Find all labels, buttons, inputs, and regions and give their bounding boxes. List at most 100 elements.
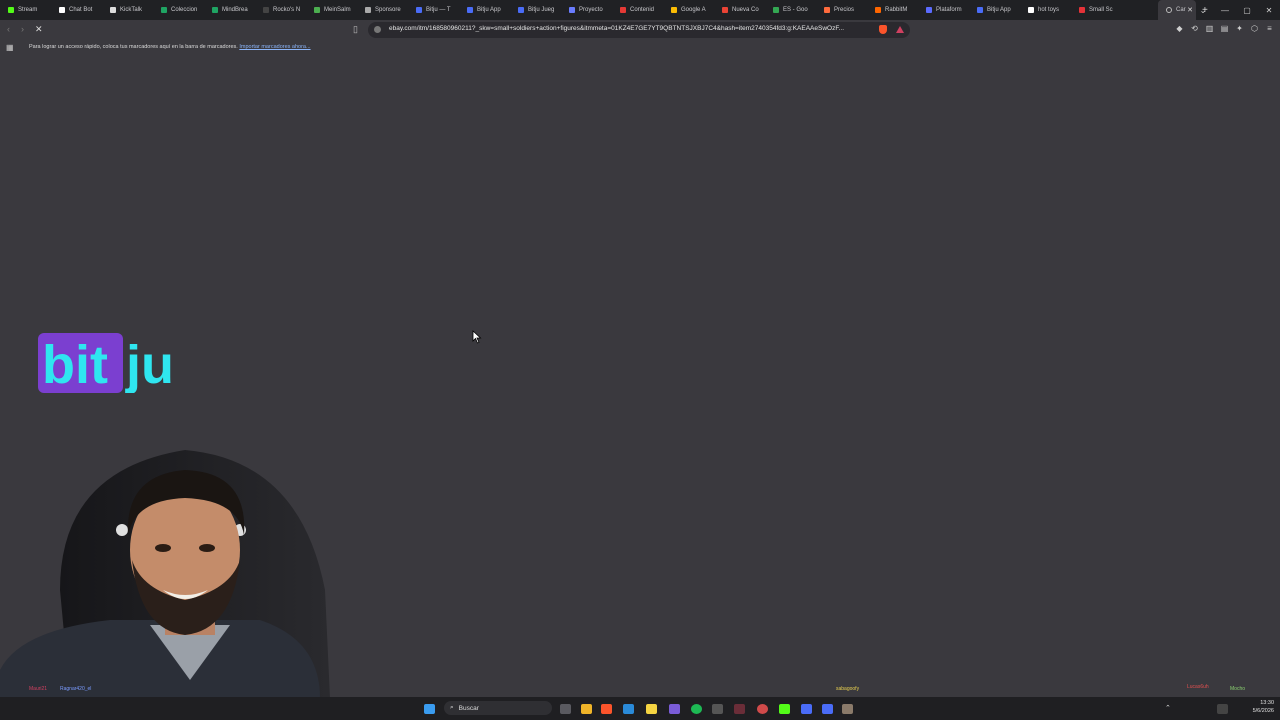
sidebar-icon[interactable]: ▥	[1205, 24, 1214, 33]
bookmark-icon[interactable]: ▯	[353, 24, 358, 35]
tab[interactable]: RabbitM	[867, 0, 918, 20]
steam-icon[interactable]	[623, 704, 634, 714]
tab-favicon-icon	[773, 7, 779, 13]
tab-label: Bitju App	[987, 7, 1011, 13]
tab-favicon-icon	[977, 7, 983, 13]
tab-label: Small Sc	[1089, 7, 1113, 13]
tab-favicon-icon	[59, 7, 65, 13]
tab[interactable]: Bitju — T	[408, 0, 459, 20]
tab-label: Bitju App	[477, 7, 501, 13]
tab-favicon-icon	[8, 7, 14, 13]
apps-grid-icon[interactable]: ▦	[6, 43, 14, 52]
tab[interactable]: Chat Bot	[51, 0, 102, 20]
close-window-button[interactable]: ✕	[1258, 6, 1280, 15]
tab-label: Proyecto	[579, 7, 603, 13]
tab[interactable]: hot toys	[1020, 0, 1071, 20]
tab[interactable]: Coleccion	[153, 0, 204, 20]
logo-text-bit: bit	[42, 335, 108, 393]
kick-icon[interactable]	[779, 704, 790, 714]
tabs-container: Stream Chat Bot KickTalk Coleccion MindBrea R…	[0, 0, 1158, 20]
tab-favicon-icon	[314, 7, 320, 13]
tab-favicon-icon	[620, 7, 626, 13]
tab[interactable]: Bitju Jueg	[510, 0, 561, 20]
minimize-button[interactable]: —	[1214, 6, 1236, 15]
stop-loading-button[interactable]: ✕	[35, 24, 43, 35]
vpn-icon[interactable]: ⬡	[1250, 24, 1259, 33]
wallet-icon[interactable]: ◆	[1175, 24, 1184, 33]
task-view-icon[interactable]	[560, 704, 571, 714]
tab-label: MeinSalm	[324, 7, 351, 13]
tab-favicon-icon	[569, 7, 575, 13]
tab[interactable]: Stream	[0, 0, 51, 20]
tab[interactable]: Google A	[663, 0, 714, 20]
windows-taskbar	[0, 697, 1280, 720]
app-icon[interactable]	[842, 704, 853, 714]
tab-label: MindBrea	[222, 7, 248, 13]
tab[interactable]: MindBrea	[204, 0, 255, 20]
tab-label: ES - Goo	[783, 7, 808, 13]
tab[interactable]: Small Sc	[1071, 0, 1122, 20]
tab[interactable]: Sponsore	[357, 0, 408, 20]
tab-active[interactable]: Car ✕	[1158, 0, 1196, 20]
tab-label: Contenid	[630, 7, 655, 13]
menu-icon[interactable]: ≡	[1265, 24, 1274, 33]
spotify-icon[interactable]	[691, 704, 702, 714]
file-explorer-icon[interactable]	[581, 704, 592, 714]
tab[interactable]: Plataform	[918, 0, 969, 20]
tab[interactable]: Rocko's N	[255, 0, 306, 20]
wallet-card-icon[interactable]: ▤	[1220, 24, 1229, 33]
chevron-down-icon[interactable]: ⌄	[1192, 6, 1214, 15]
brave-shield-icon[interactable]	[879, 25, 887, 34]
chat-overlay-user: sabagoofy	[836, 686, 860, 692]
search-placeholder: Buscar	[458, 704, 479, 712]
sticky-notes-icon[interactable]	[646, 704, 657, 714]
tab-favicon-icon	[1079, 7, 1085, 13]
tab-favicon-icon	[365, 7, 371, 13]
tab-label: Car	[1176, 7, 1186, 13]
tab-favicon-icon	[671, 7, 677, 13]
search-icon: ⌕	[450, 704, 454, 711]
taskbar-search[interactable]: ⌕ Buscar	[444, 701, 552, 715]
app-icon[interactable]	[712, 704, 723, 714]
webcam-feed	[0, 450, 330, 698]
tab-favicon-icon	[467, 7, 473, 13]
obs-icon[interactable]	[734, 704, 745, 714]
system-clock[interactable]: 13:30 5/6/2026	[1253, 699, 1274, 715]
tab-favicon-icon	[161, 7, 167, 13]
tab[interactable]: Precios	[816, 0, 867, 20]
tab-favicon-icon	[110, 7, 116, 13]
extensions-icon[interactable]: ✦	[1235, 24, 1244, 33]
import-bookmarks-link[interactable]: Importar marcadores ahora...	[239, 44, 310, 50]
tab[interactable]: Nueva Co	[714, 0, 765, 20]
tab[interactable]: Bitju App	[969, 0, 1020, 20]
forward-button[interactable]: ›	[21, 24, 24, 34]
tab-label: Plataform	[936, 7, 962, 13]
restore-button[interactable]: ▢	[1236, 6, 1258, 15]
chat-overlay-user: Mauri21	[29, 686, 48, 692]
tab-favicon-icon	[722, 7, 728, 13]
bitju-app-icon[interactable]	[822, 704, 833, 714]
bitju-app-icon[interactable]	[801, 704, 812, 714]
network-icon[interactable]	[1217, 704, 1228, 714]
discord-icon[interactable]	[669, 704, 680, 714]
brave-rewards-icon[interactable]	[896, 26, 904, 33]
tab[interactable]: Proyecto	[561, 0, 612, 20]
tab-label: Chat Bot	[69, 7, 93, 13]
sync-icon[interactable]: ⟲	[1190, 24, 1199, 33]
site-info-icon[interactable]	[374, 26, 381, 33]
tab[interactable]: Contenid	[612, 0, 663, 20]
tab-label: Rocko's N	[273, 7, 301, 13]
back-button[interactable]: ‹	[7, 24, 10, 34]
tab-label: RabbitM	[885, 7, 908, 13]
windows-start-icon[interactable]	[424, 704, 435, 714]
tab-favicon-icon	[1028, 7, 1034, 13]
tab[interactable]: MeinSalm	[306, 0, 357, 20]
tab-label: Bitju Jueg	[528, 7, 555, 13]
url-text[interactable]: ebay.com/itm/168580960211?_skw=small+sol…	[389, 25, 865, 32]
tab[interactable]: ES - Goo	[765, 0, 816, 20]
tab[interactable]: KickTalk	[102, 0, 153, 20]
tab[interactable]: Bitju App	[459, 0, 510, 20]
brave-browser-icon[interactable]	[601, 704, 612, 714]
app-icon[interactable]	[757, 704, 768, 714]
chevron-up-icon[interactable]: ⌃	[1165, 704, 1176, 714]
